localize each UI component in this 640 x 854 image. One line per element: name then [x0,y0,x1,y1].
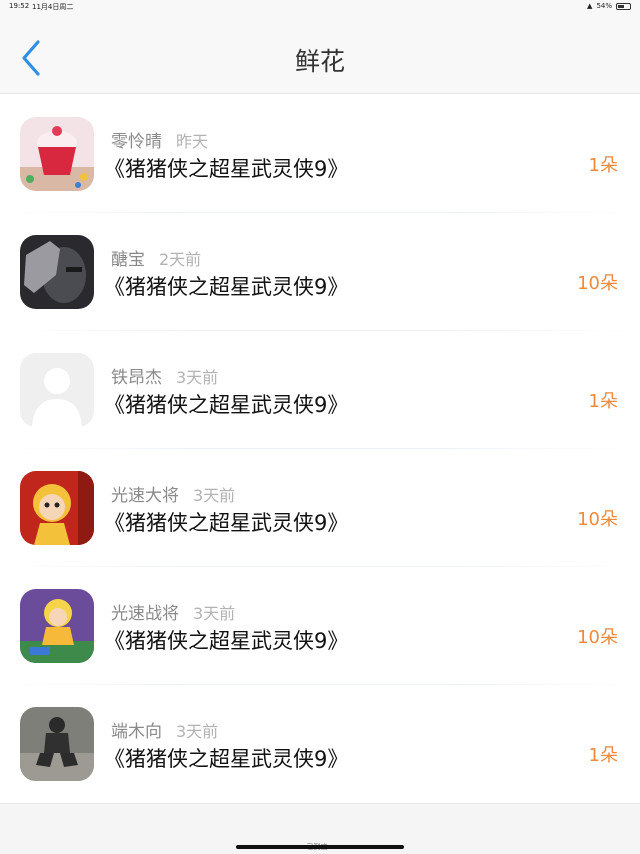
hand-face-avatar-icon [20,235,94,309]
status-time: 19:52 [9,2,30,10]
page-title: 鲜花 [294,47,345,76]
list-item[interactable]: 光速战将 3天前 《猪猪侠之超星武灵侠9》 10朵 [0,567,640,685]
item-description: 《猪猪侠之超星武灵侠9》 [104,157,349,181]
time-ago: 3天前 [176,368,219,387]
time-ago: 3天前 [193,486,236,505]
flower-count: 10朵 [577,627,618,648]
avatar[interactable] [20,707,94,781]
avatar[interactable] [20,471,94,545]
item-description: 《猪猪侠之超星武灵侠9》 [104,747,349,771]
user-name: 醣宝 2天前 [111,250,202,270]
user-name: 光速战将 3天前 [111,604,236,624]
item-description: 《猪猪侠之超星武灵侠9》 [104,393,349,417]
avatar[interactable] [20,117,94,191]
cupcake-avatar-icon [20,117,94,191]
time-ago: 3天前 [176,722,219,741]
flower-count: 1朵 [588,155,618,176]
item-description: 《猪猪侠之超星武灵侠9》 [104,629,349,653]
avatar[interactable] [20,353,94,427]
status-right: ▲ 54% [587,2,631,10]
flower-count: 10朵 [577,273,618,294]
list-item[interactable]: 零怜晴 昨天 《猪猪侠之超星武灵侠9》 1朵 [0,95,640,213]
user-name: 端木向 3天前 [111,722,219,742]
time-ago: 2天前 [159,250,202,269]
item-description: 《猪猪侠之超星武灵侠9》 [104,275,349,299]
home-indicator[interactable] [236,845,404,849]
photo-person-avatar-icon [20,707,94,781]
status-bar: 19:52 11月4日周二 ▲ 54% [0,0,640,14]
flower-list: 零怜晴 昨天 《猪猪侠之超星武灵侠9》 1朵 醣宝 2天前 《猪猪侠之超星武灵侠9》… [0,95,640,803]
list-item[interactable]: 醣宝 2天前 《猪猪侠之超星武灵侠9》 10朵 [0,213,640,331]
list-item[interactable]: 光速大将 3天前 《猪猪侠之超星武灵侠9》 10朵 [0,449,640,567]
cartoon-yellow-avatar-icon [20,589,94,663]
user-name: 光速大将 3天前 [111,486,236,506]
cartoon-red-avatar-icon [20,471,94,545]
flower-count: 10朵 [577,509,618,530]
list-item[interactable]: 铁昂杰 3天前 《猪猪侠之超星武灵侠9》 1朵 [0,331,640,449]
avatar[interactable] [20,589,94,663]
battery-icon [616,2,631,10]
list-item[interactable]: 端木向 3天前 《猪猪侠之超星武灵侠9》 1朵 [0,685,640,803]
status-date: 11月4日周二 [32,3,74,11]
battery-percent: 54% [596,2,612,10]
wifi-icon: ▲ [587,2,593,10]
item-description: 《猪猪侠之超星武灵侠9》 [104,511,349,535]
navigation-bar: 鲜花 [0,14,640,94]
time-ago: 昨天 [176,132,209,151]
time-ago: 3天前 [193,604,236,623]
user-name: 铁昂杰 3天前 [111,368,219,388]
flower-count: 1朵 [588,745,618,766]
flower-count: 1朵 [588,391,618,412]
user-name: 零怜晴 昨天 [111,132,209,152]
default-person-icon [20,353,94,427]
avatar[interactable] [20,235,94,309]
